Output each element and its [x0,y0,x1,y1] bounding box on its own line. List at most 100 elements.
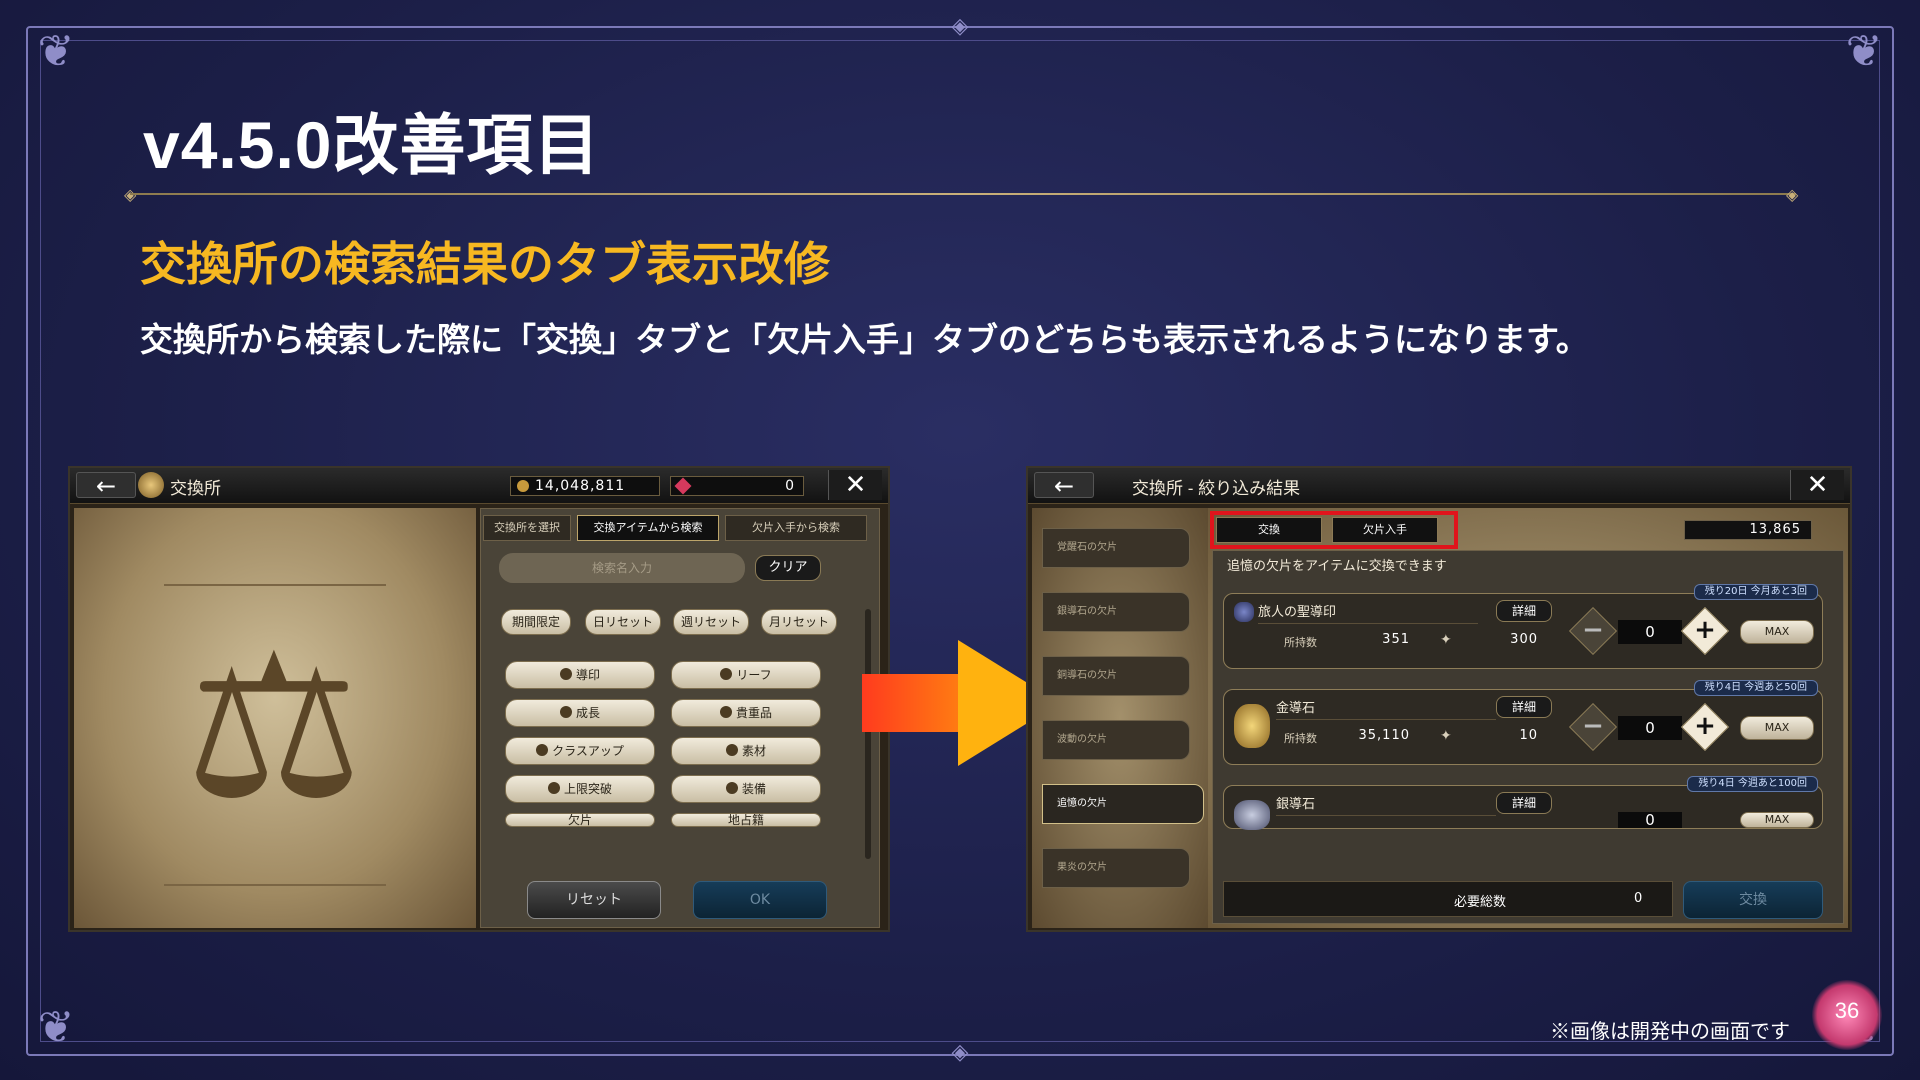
category-button[interactable]: 貴重品 [671,699,821,727]
currency-counter: 13,865 [1684,520,1812,540]
growth-icon [559,706,572,718]
seal-icon [559,668,572,680]
close-button[interactable]: ✕ [1790,470,1844,500]
leaf-icon [720,668,733,680]
gold-stone-icon [1234,704,1270,748]
reset-button[interactable]: リセット [527,881,661,919]
ornament-line [164,584,386,586]
page-number-badge: 36 [1812,980,1882,1050]
item-name: 旅人の聖導印 [1258,602,1478,624]
limit-badge: 残り4日 今週あと50回 [1693,680,1818,696]
item-name: 銀導石 [1276,794,1496,816]
category-button[interactable]: 導印 [505,661,655,689]
top-ornament-icon: ◈ [951,14,969,39]
clear-button[interactable]: クリア [755,555,821,581]
tab-search-by-item[interactable]: 交換アイテムから検索 [577,515,719,541]
sidebar-item[interactable]: 波動の欠片 [1042,720,1190,760]
category-button[interactable]: 成長 [505,699,655,727]
cost-value: 10 [1519,728,1538,743]
scales-panel: ⚖ [74,508,476,928]
title-bar: ← 交換所 14,048,811 0 ✕ [70,468,888,504]
category-label: 装備 [741,782,766,796]
gold-value: 14,048,811 [535,478,626,494]
category-button[interactable]: 装備 [671,775,821,803]
tab-select-exchange[interactable]: 交換所を選択 [483,515,571,541]
list-hint: 追憶の欠片をアイテムに交換できます [1227,559,1447,574]
material-icon [725,744,738,756]
category-label: 貴重品 [735,706,772,720]
sidebar-item-active[interactable]: 追憶の欠片 [1042,784,1204,824]
owned-count: 35,110 [1358,728,1410,743]
fragment-icon: ✦ [1440,632,1452,648]
tab-search-by-fragment[interactable]: 欠片入手から検索 [725,515,867,541]
category-button[interactable]: リーフ [671,661,821,689]
quantity-value: 0 [1618,620,1682,644]
bottom-ornament-icon: ◈ [951,1040,969,1065]
close-button[interactable]: ✕ [828,470,882,500]
minus-button[interactable]: − [1576,710,1610,744]
gem-counter: 0 [670,476,804,496]
gem-icon [674,477,692,495]
category-label: 上限突破 [563,782,612,796]
filter-limited[interactable]: 期間限定 [501,609,571,635]
detail-button[interactable]: 詳細 [1496,600,1552,622]
sidebar-item[interactable]: 覚醒石の欠片 [1042,528,1190,568]
dev-screen-note: ※画像は開発中の画面です [1550,1021,1790,1043]
max-button[interactable]: MAX [1740,620,1814,644]
back-button[interactable]: ← [1034,472,1094,499]
sidebar-item[interactable]: 銅導石の欠片 [1042,656,1190,696]
list-item: 残り4日 今週あと50回 金導石 詳細 所持数 35,110 ✦ 10 − 0 … [1223,680,1823,765]
before-screenshot: ← 交換所 14,048,811 0 ✕ ⚖ 交換所を選択 交換アイテムから検索… [68,466,890,932]
sidebar-item[interactable]: 銀導石の欠片 [1042,592,1190,632]
screen-title: 交換所 - 絞り込み結果 [1132,479,1301,498]
gem-value: 0 [785,478,795,494]
owned-count: 351 [1382,632,1410,647]
max-button[interactable]: MAX [1740,716,1814,740]
detail-button[interactable]: 詳細 [1496,792,1552,814]
category-button[interactable]: 素材 [671,737,821,765]
category-button[interactable]: 上限突破 [505,775,655,803]
limit-break-icon [547,782,560,794]
filter-daily[interactable]: 日リセット [585,609,661,635]
exchange-list: 追憶の欠片をアイテムに交換できます 残り20日 今月あと3回 旅人の聖導印 詳細… [1212,550,1844,924]
category-label: 成長 [575,706,600,720]
total-label: 必要総数 [1454,895,1507,910]
plus-button[interactable]: + [1688,614,1722,648]
coin-icon [517,480,529,492]
exchange-icon [138,472,164,498]
exchange-button[interactable]: 交換 [1683,881,1823,919]
category-label: リーフ [736,668,772,682]
list-item: 残り20日 今月あと3回 旅人の聖導印 詳細 所持数 351 ✦ 300 − 0… [1223,584,1823,669]
silver-stone-icon [1234,800,1270,830]
scales-icon: ⚖ [184,611,364,844]
equipment-icon [725,782,738,794]
scrollbar[interactable] [865,609,871,859]
ok-button[interactable]: OK [693,881,827,919]
item-name: 金導石 [1276,698,1496,720]
back-button[interactable]: ← [76,472,136,499]
ornament-line [164,884,386,886]
search-input[interactable]: 検索名入力 [499,553,745,583]
slide-description: 交換所から検索した際に「交換」タブと「欠片入手」タブのどちらも表示されるようにな… [140,321,1589,358]
filter-monthly[interactable]: 月リセット [761,609,837,635]
sidebar-item[interactable]: 果炎の欠片 [1042,848,1190,888]
category-button[interactable]: 地占籍 [671,813,821,827]
max-button[interactable]: MAX [1740,812,1814,828]
category-button[interactable]: クラスアップ [505,737,655,765]
after-screenshot: ← 交換所 - 絞り込み結果 ✕ 覚醒石の欠片 銀導石の欠片 銅導石の欠片 波動… [1026,466,1852,932]
minus-button[interactable]: − [1576,614,1610,648]
screen-title: 交換所 [170,479,221,498]
arrow-shaft [862,674,962,732]
limit-badge: 残り20日 今月あと3回 [1693,584,1818,600]
category-button[interactable]: 欠片 [505,813,655,827]
seal-icon [1234,602,1254,622]
filter-weekly[interactable]: 週リセット [673,609,749,635]
slide-subtitle: 交換所の検索結果のタブ表示改修 [140,238,830,290]
gold-counter: 14,048,811 [510,476,660,496]
owned-label: 所持数 [1284,732,1317,745]
detail-button[interactable]: 詳細 [1496,696,1552,718]
category-label: 地占籍 [727,813,764,827]
corner-ornament-icon: ❦ [37,26,75,77]
corner-ornament-icon: ❦ [1845,26,1883,77]
plus-button[interactable]: + [1688,710,1722,744]
